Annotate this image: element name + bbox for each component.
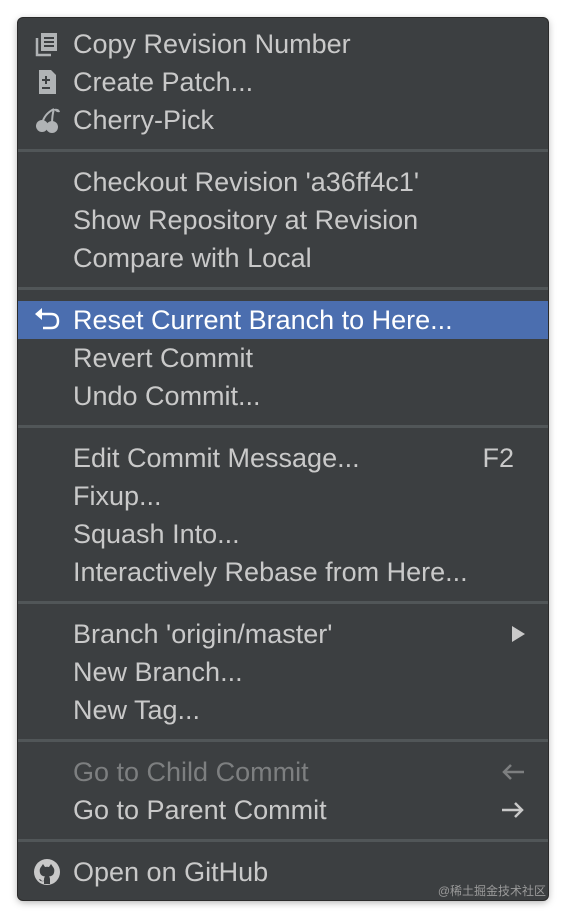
create-patch-label: Create Patch...: [73, 67, 254, 97]
copy-revision-number-item[interactable]: Copy Revision Number: [18, 25, 548, 63]
squash-into-item[interactable]: Squash Into...: [18, 515, 548, 553]
github-icon: [34, 859, 60, 885]
separator: [18, 425, 548, 428]
open-on-github-label: Open on GitHub: [73, 857, 269, 887]
submenu-triangle-icon: [512, 626, 525, 642]
reset-arrow-icon: [35, 308, 60, 330]
watermark: @稀土掘金技术社区: [437, 884, 546, 898]
go-to-child-commit-item[interactable]: Go to Child Commit: [18, 753, 548, 791]
go-to-parent-commit-item[interactable]: Go to Parent Commit: [18, 791, 548, 829]
separator: [18, 287, 548, 290]
fixup-item[interactable]: Fixup...: [18, 477, 548, 515]
checkout-revision-label: Checkout Revision 'a36ff4c1': [73, 167, 420, 197]
fixup-label: Fixup...: [73, 481, 162, 511]
separator: [18, 149, 548, 152]
new-branch-label: New Branch...: [73, 657, 243, 687]
arrow-left-icon: [502, 764, 524, 780]
go-to-parent-commit-label: Go to Parent Commit: [73, 795, 327, 825]
interactively-rebase-label: Interactively Rebase from Here...: [73, 557, 468, 587]
new-tag-item[interactable]: New Tag...: [18, 691, 548, 729]
checkout-revision-item[interactable]: Checkout Revision 'a36ff4c1': [18, 163, 548, 201]
reset-current-branch-label: Reset Current Branch to Here...: [73, 305, 453, 335]
edit-commit-message-label: Edit Commit Message...: [73, 443, 360, 473]
copy-icon: [35, 33, 57, 57]
compare-with-local-item[interactable]: Compare with Local: [18, 239, 548, 277]
go-to-child-commit-label: Go to Child Commit: [73, 757, 309, 787]
cherry-icon: [36, 108, 60, 133]
copy-revision-number-label: Copy Revision Number: [73, 29, 351, 59]
revert-commit-item[interactable]: Revert Commit: [18, 339, 548, 377]
cherry-pick-item[interactable]: Cherry-Pick: [18, 101, 548, 139]
undo-commit-label: Undo Commit...: [73, 381, 261, 411]
separator: [18, 839, 548, 842]
separator: [18, 601, 548, 604]
show-repository-label: Show Repository at Revision: [73, 205, 419, 235]
cherry-pick-label: Cherry-Pick: [73, 105, 215, 135]
separator: [18, 739, 548, 742]
shortcut-f2: F2: [482, 443, 514, 473]
revert-commit-label: Revert Commit: [73, 343, 254, 373]
new-branch-item[interactable]: New Branch...: [18, 653, 548, 691]
undo-commit-item[interactable]: Undo Commit...: [18, 377, 548, 415]
context-menu: Copy Revision Number Create Patch... Che…: [18, 18, 548, 900]
interactively-rebase-item[interactable]: Interactively Rebase from Here...: [18, 553, 548, 591]
new-tag-label: New Tag...: [73, 695, 201, 725]
create-patch-item[interactable]: Create Patch...: [18, 63, 548, 101]
branch-origin-master-label: Branch 'origin/master': [73, 619, 333, 649]
reset-current-branch-item[interactable]: Reset Current Branch to Here...: [18, 301, 548, 339]
arrow-right-icon: [502, 802, 524, 818]
squash-into-label: Squash Into...: [73, 519, 240, 549]
branch-origin-master-item[interactable]: Branch 'origin/master': [18, 615, 548, 653]
patch-icon: [39, 70, 56, 94]
show-repository-item[interactable]: Show Repository at Revision: [18, 201, 548, 239]
compare-with-local-label: Compare with Local: [73, 243, 312, 273]
edit-commit-message-item[interactable]: Edit Commit Message... F2: [18, 439, 548, 477]
